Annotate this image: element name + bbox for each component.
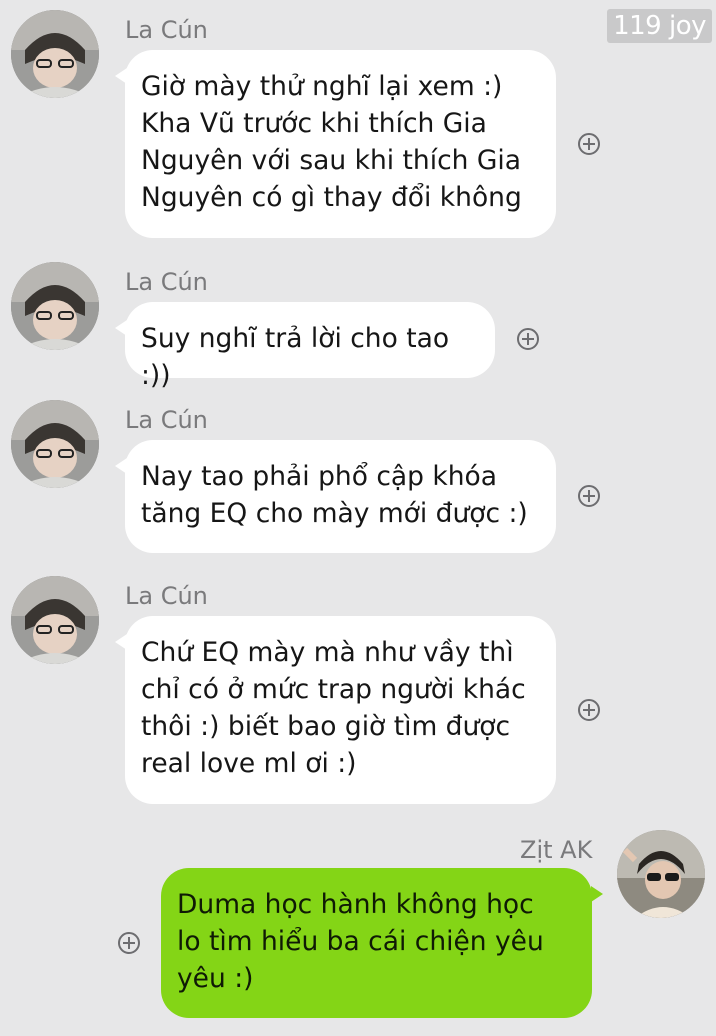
avatar-zit-ak-icon xyxy=(617,830,705,918)
message-line: chỉ có ở mức trap người khác xyxy=(141,674,526,705)
plus-circle-icon[interactable] xyxy=(578,133,600,155)
message-line: Giờ mày thử nghĩ lại xem :) xyxy=(141,71,503,102)
sender-name: La Cún xyxy=(125,582,208,610)
message-bubble[interactable]: Chứ EQ mày mà như vầy thì chỉ có ở mức t… xyxy=(115,616,556,804)
message-bubble[interactable]: Giờ mày thử nghĩ lại xem :) Kha Vũ trước… xyxy=(115,50,556,238)
message-line: Nguyên với sau khi thích Gia xyxy=(141,145,521,176)
avatar[interactable] xyxy=(11,400,99,488)
message-bubble[interactable]: Nay tao phải phổ cập khóa tăng EQ cho mà… xyxy=(115,440,556,553)
message-line: Nguyên có gì thay đổi không xyxy=(141,182,522,213)
message-line: Nay tao phải phổ cập khóa xyxy=(141,461,497,492)
message-line: Chứ EQ mày mà như vầy thì xyxy=(141,637,514,668)
plus-circle-icon[interactable] xyxy=(517,328,539,350)
sender-name: La Cún xyxy=(125,16,208,44)
message-line: Kha Vũ trước khi thích Gia xyxy=(141,108,487,139)
message-line: yêu :) xyxy=(177,963,254,994)
plus-circle-icon[interactable] xyxy=(118,932,140,954)
message-line: thôi :) biết bao giờ tìm được xyxy=(141,711,511,742)
sender-name: La Cún xyxy=(125,268,208,296)
sender-name: La Cún xyxy=(125,406,208,434)
avatar[interactable] xyxy=(617,830,705,918)
avatar-la-cun-icon xyxy=(11,10,99,98)
avatar[interactable] xyxy=(11,262,99,350)
avatar-la-cun-icon xyxy=(11,400,99,488)
avatar[interactable] xyxy=(11,576,99,664)
plus-circle-icon[interactable] xyxy=(578,699,600,721)
message-line: tăng EQ cho mày mới được :) xyxy=(141,498,528,529)
sender-name: Zịt AK xyxy=(520,836,593,864)
avatar-la-cun-icon xyxy=(11,262,99,350)
message-bubble[interactable]: Duma học hành không học lo tìm hiểu ba c… xyxy=(161,868,603,1018)
message-bubble[interactable]: Suy nghĩ trả lời cho tao :)) xyxy=(115,302,495,391)
message-line: real love ml ơi :) xyxy=(141,748,357,779)
message-line: Duma học hành không học xyxy=(177,889,534,920)
message-line: lo tìm hiểu ba cái chiện yêu xyxy=(177,926,544,957)
avatar-la-cun-icon xyxy=(11,576,99,664)
avatar[interactable] xyxy=(11,10,99,98)
plus-circle-icon[interactable] xyxy=(578,485,600,507)
message-line: Suy nghĩ trả lời cho tao :)) xyxy=(141,323,450,391)
watermark: 119 joy xyxy=(607,9,712,43)
